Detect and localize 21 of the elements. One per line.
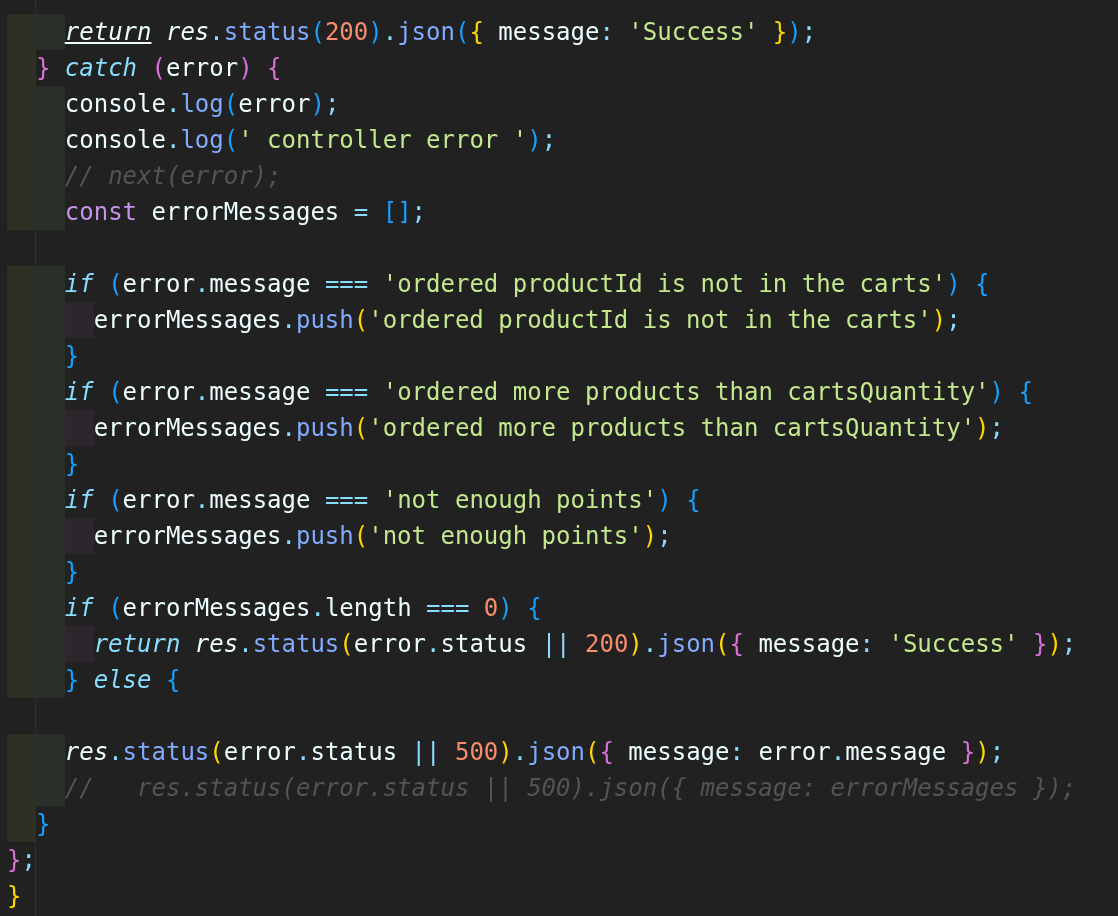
code-line: res.status(error.status || 500).json({ message: error.message }); bbox=[64, 737, 1005, 768]
code-line: if (error.message === 'ordered productId is not in the carts') { bbox=[64, 269, 990, 300]
code-line: console.log(error); bbox=[64, 89, 340, 120]
code-line: if (errorMessages.length === 0) { bbox=[64, 593, 542, 624]
code-line: }; bbox=[7, 845, 36, 876]
code-line: console.log(' controller error '); bbox=[64, 125, 557, 156]
code-line: if (error.message === 'not enough points') { bbox=[64, 485, 701, 516]
code-line: errorMessages.push('ordered more products than cartsQuantity'); bbox=[93, 413, 1004, 444]
code-line: return res.status(200).json({ message: 'Success' }); bbox=[64, 17, 817, 48]
code-line: errorMessages.push('not enough points'); bbox=[93, 521, 672, 552]
code-line: const errorMessages = []; bbox=[64, 197, 427, 228]
code-line: if (error.message === 'ordered more products than cartsQuantity') { bbox=[64, 377, 1033, 408]
code-line: errorMessages.push('ordered productId is not in the carts'); bbox=[93, 305, 961, 336]
code-line: } catch (error) { bbox=[35, 53, 282, 84]
code-line: } bbox=[64, 341, 80, 372]
code-line: } bbox=[64, 557, 80, 588]
code-line: } bbox=[7, 881, 22, 912]
code-line: return res.status(error.status || 200).json({ message: 'Success' }); bbox=[93, 629, 1077, 660]
code-line: } else { bbox=[64, 665, 181, 696]
code-line: } bbox=[35, 809, 51, 840]
code-line: } bbox=[64, 449, 80, 480]
